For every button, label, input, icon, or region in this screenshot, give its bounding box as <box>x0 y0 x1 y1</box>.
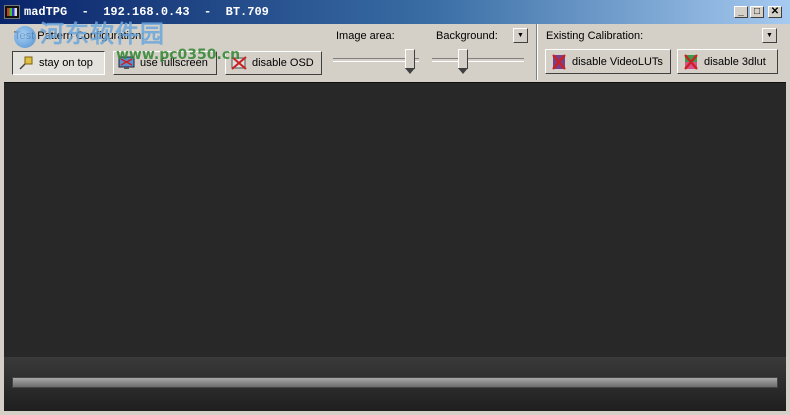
test-pattern-area[interactable] <box>4 82 786 357</box>
videolut-disabled-icon <box>550 53 568 70</box>
image-area-label: Image area: <box>336 30 395 42</box>
image-area-slider-thumb[interactable] <box>405 49 415 74</box>
disable-3dlut-label: disable 3dlut <box>704 55 766 68</box>
disable-3dlut-button[interactable]: disable 3dlut <box>677 49 778 74</box>
background-label: Background: <box>436 30 498 42</box>
maximize-button[interactable]: □ <box>750 6 764 18</box>
minimize-button[interactable]: _ <box>734 6 748 18</box>
3dlut-disabled-icon <box>682 53 700 70</box>
stay-on-top-label: stay on top <box>39 57 93 69</box>
watermark-logo <box>14 26 36 48</box>
progress-bar <box>12 377 778 388</box>
existing-calibration-label: Existing Calibration: <box>546 30 644 42</box>
watermark-url: www.pc0350.cn <box>116 47 241 63</box>
calibration-dropdown-button[interactable]: ▼ <box>762 28 777 43</box>
toolbar-separator <box>536 24 538 80</box>
chevron-down-icon: ▼ <box>766 32 773 39</box>
background-slider-track[interactable] <box>432 58 524 62</box>
watermark-text: 河东软件园 <box>40 20 165 48</box>
background-slider-thumb[interactable] <box>458 49 468 74</box>
maximize-icon: □ <box>753 6 761 17</box>
close-icon: ✕ <box>770 6 780 17</box>
disable-videoluts-button[interactable]: disable VideoLUTs <box>545 49 671 74</box>
pin-icon <box>17 55 35 71</box>
chevron-down-icon: ▼ <box>517 32 524 39</box>
madtpg-logo-icon[interactable] <box>4 5 20 19</box>
stay-on-top-button[interactable]: stay on top <box>12 51 105 75</box>
minimize-icon: _ <box>738 6 744 17</box>
background-dropdown-button[interactable]: ▼ <box>513 28 528 43</box>
disable-videoluts-label: disable VideoLUTs <box>572 55 663 68</box>
close-button[interactable]: ✕ <box>768 6 782 18</box>
disable-osd-label: disable OSD <box>252 57 314 69</box>
